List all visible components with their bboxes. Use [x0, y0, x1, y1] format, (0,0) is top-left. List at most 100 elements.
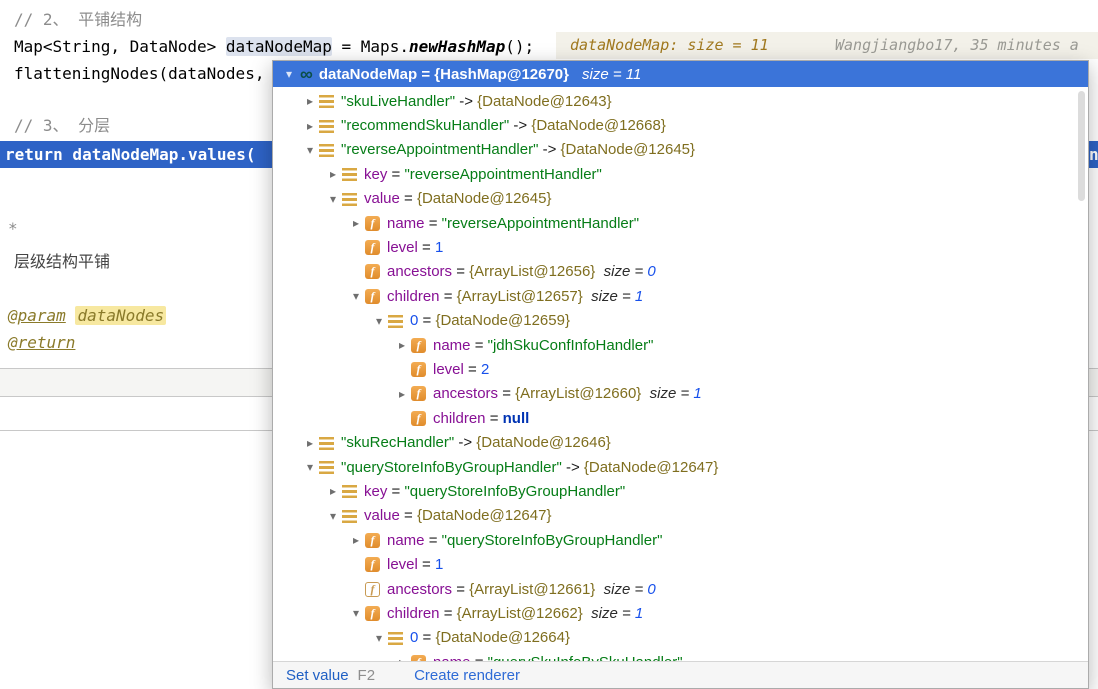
- tree-row-text: ancestors = {ArrayList@12661} size = 0: [387, 581, 656, 598]
- tree-row[interactable]: ▸key = "queryStoreInfoByGroupHandler": [273, 479, 1088, 503]
- field-icon: f: [411, 362, 426, 377]
- tree-row-segment: 1: [693, 385, 701, 402]
- tree-row[interactable]: ▸fancestors = {ArrayList@12660} size = 1: [273, 382, 1088, 406]
- tree-row-segment: =: [400, 507, 417, 524]
- tree-row[interactable]: ▸"recommendSkuHandler" -> {DataNode@1266…: [273, 113, 1088, 137]
- field-outline-icon: f: [365, 582, 380, 597]
- chevron-right-icon[interactable]: ▸: [347, 533, 365, 547]
- tree-row[interactable]: ▾ "reverseAppointmentHandler" -> {DataNod…: [273, 138, 1088, 162]
- tree-row-segment: =: [425, 215, 442, 232]
- tree-row-segment: =: [440, 288, 457, 305]
- chevron-down-icon[interactable]: ▾: [347, 606, 365, 620]
- code-text: ();: [505, 37, 534, 56]
- chevron-down-icon[interactable]: ▾: [370, 631, 388, 645]
- tree-row-segment: ancestors: [387, 263, 452, 280]
- git-blame-annotation: Wangjiangbo17, 35 minutes a: [835, 32, 1079, 59]
- tree-row-text: 0 = {DataNode@12664}: [410, 629, 570, 646]
- map-entry-icon: [319, 95, 334, 108]
- tree-row[interactable]: flevel = 1: [273, 235, 1088, 259]
- chevron-right-icon[interactable]: ▸: [324, 167, 342, 181]
- tree-row[interactable]: ▸fname = "reverseAppointmentHandler": [273, 211, 1088, 235]
- chevron-right-icon[interactable]: ▸: [393, 387, 411, 401]
- tree-row-segment: {ArrayList@12661}: [469, 581, 595, 598]
- tree-row-segment: =: [418, 312, 435, 329]
- map-entry-icon: [342, 485, 357, 498]
- chevron-right-icon[interactable]: ▸: [301, 119, 319, 133]
- tree-row-segment: children: [387, 605, 440, 622]
- tree-row[interactable]: ▸fname = "queryStoreInfoByGroupHandler": [273, 528, 1088, 552]
- tree-row[interactable]: ▸fname = "querySkuInfoBySkuHandler": [273, 650, 1088, 661]
- tree-row-text: children = {ArrayList@12657} size = 1: [387, 288, 643, 305]
- tree-row[interactable]: f ancestors = {ArrayList@12661} size = 0: [273, 577, 1088, 601]
- tree-row-segment: {ArrayList@12657}: [457, 288, 583, 305]
- popup-footer: Set value F2 Create renderer: [273, 661, 1088, 688]
- tree-row-segment: ->: [454, 434, 476, 451]
- tree-row-text: ancestors = {ArrayList@12660} size = 1: [433, 385, 702, 402]
- tree-row-segment: "recommendSkuHandler": [341, 117, 509, 134]
- tree-row[interactable]: ▾ 0 = {DataNode@12664}: [273, 626, 1088, 650]
- tree-row-segment: =: [452, 263, 469, 280]
- chevron-right-icon[interactable]: ▸: [393, 338, 411, 352]
- chevron-down-icon[interactable]: ▾: [324, 509, 342, 523]
- code-line-comment-3: // 3、 分层: [14, 112, 110, 139]
- chevron-down-icon[interactable]: ▾: [370, 314, 388, 328]
- chevron-right-icon[interactable]: ▸: [301, 94, 319, 108]
- highlighted-identifier: dataNodeMap: [226, 37, 332, 56]
- javadoc-star: *: [8, 215, 18, 242]
- tree-row-segment: {DataNode@12659}: [435, 312, 570, 329]
- tree-row[interactable]: ▸"skuRecHandler" -> {DataNode@12646}: [273, 430, 1088, 454]
- tree-row[interactable]: ▾"queryStoreInfoByGroupHandler" -> {Data…: [273, 455, 1088, 479]
- tree-row[interactable]: ▾ 0 = {DataNode@12659}: [273, 309, 1088, 333]
- static-method-call: newHashMap: [409, 37, 505, 56]
- tree-row-segment: size =: [595, 581, 647, 598]
- chevron-down-icon[interactable]: ▾: [280, 67, 298, 81]
- tree-row-segment: children: [433, 410, 486, 427]
- tree-row[interactable]: flevel = 1: [273, 552, 1088, 576]
- tree-row-segment: "queryStoreInfoByGroupHandler": [442, 532, 663, 549]
- tree-row[interactable]: fchildren = null: [273, 406, 1088, 430]
- tree-row[interactable]: fancestors = {ArrayList@12656} size = 0: [273, 260, 1088, 284]
- code-line-call: flatteningNodes(dataNodes,: [14, 60, 264, 87]
- tree-row-text: "skuLiveHandler" -> {DataNode@12643}: [341, 93, 612, 110]
- tree-row[interactable]: ▾fchildren = {ArrayList@12657} size = 1: [273, 284, 1088, 308]
- chevron-down-icon[interactable]: ▾: [324, 192, 342, 206]
- tree-row-segment: size =: [583, 605, 635, 622]
- tree-row-segment: ->: [455, 93, 477, 110]
- tree-row-segment: {DataNode@12664}: [435, 629, 570, 646]
- map-entry-icon: [319, 437, 334, 450]
- scrollbar[interactable]: [1078, 91, 1085, 201]
- chevron-right-icon[interactable]: ▸: [393, 655, 411, 661]
- map-entry-icon: [319, 144, 334, 157]
- expression-name: dataNodeMap: [319, 66, 417, 83]
- tree-row[interactable]: ▾fchildren = {ArrayList@12662} size = 1: [273, 601, 1088, 625]
- chevron-right-icon[interactable]: ▸: [347, 216, 365, 230]
- javadoc-description: 层级结构平铺: [14, 248, 110, 275]
- tree-row[interactable]: ▸fname = "jdhSkuConfInfoHandler": [273, 333, 1088, 357]
- tree-row-segment: null: [503, 410, 530, 427]
- tree-row[interactable]: ▾value = {DataNode@12647}: [273, 504, 1088, 528]
- map-entry-icon: [342, 168, 357, 181]
- javadoc-return-line: @return: [8, 329, 75, 356]
- map-entry-icon: [319, 461, 334, 474]
- tree-row-segment: 1: [635, 605, 643, 622]
- chevron-right-icon[interactable]: ▸: [324, 484, 342, 498]
- tree-row-segment: =: [486, 410, 503, 427]
- chevron-down-icon[interactable]: ▾: [301, 460, 319, 474]
- chevron-down-icon[interactable]: ▾: [347, 289, 365, 303]
- tree-row[interactable]: ▸ "skuLiveHandler" -> {DataNode@12643}: [273, 89, 1088, 113]
- tree-row-text: "reverseAppointmentHandler" -> {DataNode…: [341, 141, 695, 158]
- javadoc-param-tag: @param: [8, 306, 66, 325]
- code-text: [66, 306, 76, 325]
- tree-row[interactable]: ▾value = {DataNode@12645}: [273, 187, 1088, 211]
- tree-row-text: 0 = {DataNode@12659}: [410, 312, 570, 329]
- tree-row[interactable]: flevel = 2: [273, 357, 1088, 381]
- set-value-link[interactable]: Set value: [286, 667, 349, 684]
- tree-row-segment: =: [498, 385, 515, 402]
- tree-row[interactable]: ▸key = "reverseAppointmentHandler": [273, 162, 1088, 186]
- create-renderer-link[interactable]: Create renderer: [414, 667, 520, 684]
- chevron-down-icon[interactable]: ▾: [301, 143, 319, 157]
- tree-row-segment: {ArrayList@12656}: [469, 263, 595, 280]
- chevron-right-icon[interactable]: ▸: [301, 436, 319, 450]
- tree-row-segment: children: [387, 288, 440, 305]
- popup-header-row-selected[interactable]: ▾ ∞ dataNodeMap = {HashMap@12670} size =…: [273, 61, 1088, 87]
